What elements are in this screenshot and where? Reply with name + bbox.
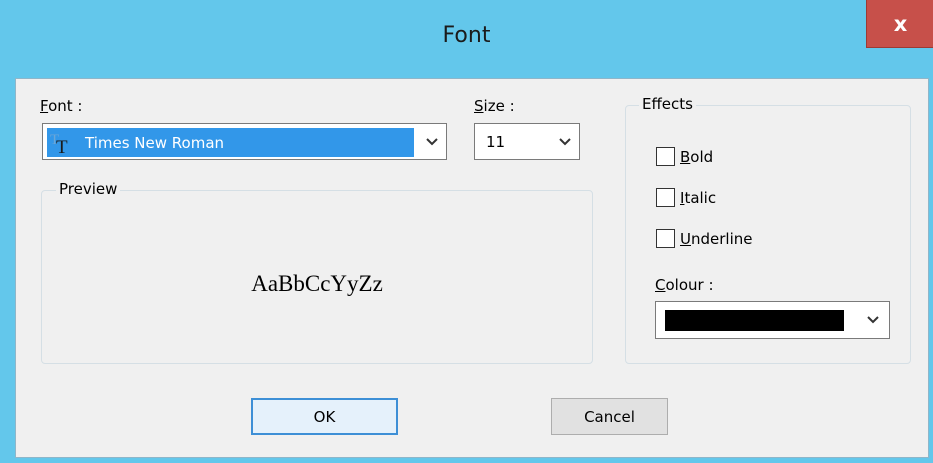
underline-checkbox-row[interactable]: Underline <box>656 229 752 248</box>
colour-swatch <box>665 310 844 331</box>
size-label: Size : <box>474 97 515 115</box>
italic-checkbox-row[interactable]: Italic <box>656 188 716 207</box>
size-label-mnemonic: S <box>474 97 484 115</box>
font-dropdown-arrow[interactable] <box>420 124 444 159</box>
size-combobox[interactable]: 11 <box>474 123 580 160</box>
close-button[interactable]: x <box>866 0 933 48</box>
font-selected-item: T T Times New Roman <box>47 128 414 158</box>
colour-combobox[interactable] <box>655 301 890 339</box>
preview-legend: Preview <box>56 180 121 198</box>
size-dropdown-arrow[interactable] <box>553 124 577 159</box>
cancel-button[interactable]: Cancel <box>551 398 668 435</box>
colour-label-mnemonic: C <box>655 276 666 294</box>
size-label-text: ize : <box>483 97 515 115</box>
size-selected-text: 11 <box>486 133 506 151</box>
chevron-down-icon <box>559 137 571 145</box>
ok-button[interactable]: OK <box>251 398 398 435</box>
svg-text:T: T <box>56 137 68 155</box>
window-title: Font <box>442 23 491 48</box>
bold-mnemonic: B <box>680 147 691 166</box>
font-label-text: ont : <box>48 97 83 115</box>
underline-label: Underline <box>680 230 752 248</box>
title-bar[interactable]: Font x <box>0 0 933 78</box>
italic-checkbox[interactable] <box>656 188 675 207</box>
font-combobox[interactable]: T T Times New Roman <box>42 123 447 160</box>
bold-checkbox-row[interactable]: Bold <box>656 147 713 166</box>
chevron-down-icon <box>867 316 879 324</box>
bold-label: Bold <box>680 148 713 166</box>
close-icon: x <box>893 11 908 36</box>
italic-label: Italic <box>680 189 716 207</box>
effects-legend: Effects <box>639 95 696 113</box>
dialog-client-area: Font : T T Times New Roman Size : 11 Pre… <box>15 78 929 458</box>
effects-group: Effects Bold Italic Underline Colour : <box>625 95 911 364</box>
underline-mnemonic: U <box>680 229 691 248</box>
preview-sample-text: AaBbCcYyZz <box>251 271 383 296</box>
font-label-mnemonic: F <box>40 97 49 115</box>
colour-dropdown-arrow[interactable] <box>861 302 885 338</box>
underline-checkbox[interactable] <box>656 229 675 248</box>
font-label: Font : <box>40 97 82 115</box>
chevron-down-icon <box>426 137 438 145</box>
truetype-font-icon: T T <box>49 131 75 158</box>
preview-group: Preview AaBbCcYyZz <box>41 180 593 364</box>
italic-text: talic <box>684 188 717 207</box>
colour-label: Colour : <box>655 276 714 294</box>
font-dialog-window: Font x Font : T T Times New Roman Size:… <box>0 0 933 463</box>
colour-label-text: olour : <box>665 276 714 294</box>
font-selected-text: Times New Roman <box>85 133 225 152</box>
underline-text: nderline <box>690 229 753 248</box>
bold-text: old <box>690 147 714 166</box>
bold-checkbox[interactable] <box>656 147 675 166</box>
